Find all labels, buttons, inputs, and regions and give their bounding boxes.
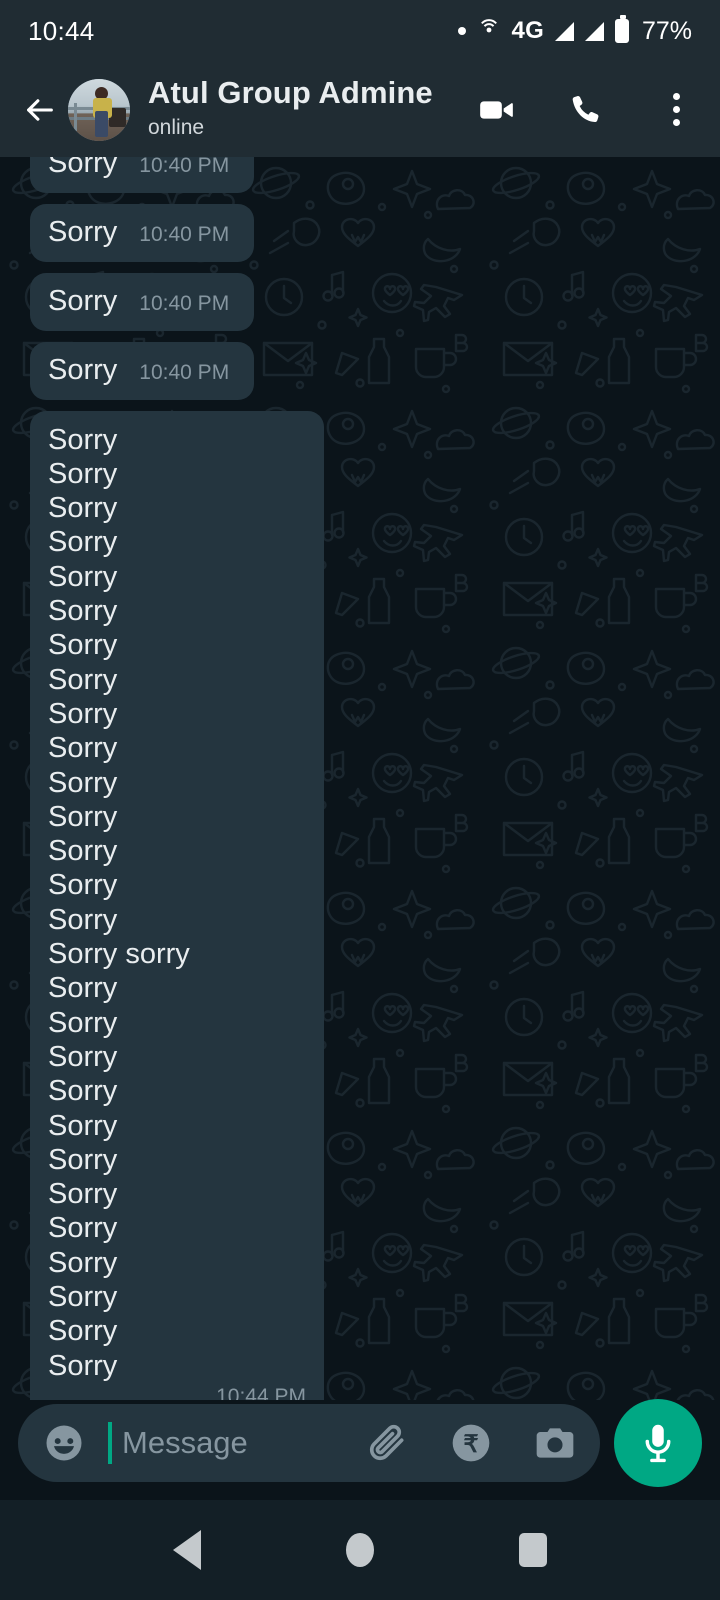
video-call-button[interactable]	[474, 88, 518, 132]
message-text-line: Sorry	[48, 903, 118, 936]
composer-actions: ₹	[364, 1420, 578, 1466]
message-text-line: Sorry	[48, 1075, 118, 1108]
back-button[interactable]	[14, 84, 66, 136]
microphone-button[interactable]	[614, 1398, 702, 1487]
android-navigation-bar	[0, 1500, 720, 1600]
message-text: Sorry	[48, 215, 118, 248]
emoji-smiley-icon[interactable]	[42, 1421, 86, 1465]
message-text-line: Sorry	[48, 595, 118, 628]
chat-app-bar: Atul Group Admine online	[0, 62, 720, 157]
status-bar: 10:44 4G 77%	[0, 0, 720, 62]
message-input-pill[interactable]: Message ₹	[18, 1403, 600, 1482]
overflow-dot	[672, 106, 680, 113]
message-text-line: Sorry	[48, 1143, 118, 1176]
page-title: Atul Group Admine	[148, 74, 433, 110]
message-text-line: Sorry	[48, 1006, 118, 1039]
paperclip-icon[interactable]	[364, 1420, 410, 1466]
message-text: Sorry	[48, 157, 118, 179]
avatar[interactable]	[68, 78, 130, 141]
message-timestamp: 10:40 PM	[139, 291, 230, 315]
message-text-line: Sorry	[48, 1212, 118, 1245]
signal-icon-1	[554, 21, 574, 41]
message-text-line: Sorry	[48, 560, 118, 593]
chat-message-list[interactable]: Sorry 10:40 PM Sorry 10:40 PM Sorry 10:40 PM S…	[0, 157, 720, 1400]
message-timestamp: 10:40 PM	[139, 222, 230, 246]
message-text-line: Sorry	[48, 1246, 118, 1279]
voice-call-button[interactable]	[564, 88, 608, 132]
text-cursor	[108, 1421, 112, 1464]
message-text-line: Sorry	[48, 835, 118, 868]
message-text-line: Sorry	[48, 1349, 118, 1382]
nav-home-button[interactable]	[330, 1520, 390, 1580]
battery-percent-label: 77%	[641, 16, 692, 45]
app-bar-actions	[474, 88, 698, 132]
message-bubble-incoming-long[interactable]: Sorry Sorry Sorry Sorry Sorry Sorry Sorry Sorry…	[30, 410, 324, 1400]
message-text-line: Sorry sorry	[48, 938, 190, 971]
battery-icon	[614, 15, 629, 43]
rupee-icon[interactable]: ₹	[448, 1420, 494, 1466]
message-input[interactable]: Message	[122, 1425, 356, 1461]
message-text-line: Sorry	[48, 869, 118, 902]
nav-back-button[interactable]	[157, 1520, 217, 1580]
message-bubble-incoming[interactable]: Sorry 10:40 PM	[30, 272, 254, 331]
nav-recents-button[interactable]	[503, 1520, 563, 1580]
overflow-dot	[672, 119, 680, 126]
message-text: Sorry	[48, 284, 118, 317]
message-bubble-incoming[interactable]: Sorry 10:40 PM	[30, 157, 254, 193]
message-text-line: Sorry	[48, 1040, 118, 1073]
message-text-line: Sorry	[48, 629, 118, 662]
message-text-line: Sorry	[48, 1280, 118, 1313]
message-text-line: Sorry	[48, 526, 118, 559]
message-text-line: Sorry	[48, 766, 118, 799]
message-text-line: Sorry	[48, 1109, 118, 1142]
message-timestamp: 10:40 PM	[139, 157, 230, 177]
message-bubble-incoming[interactable]: Sorry 10:40 PM	[30, 341, 254, 400]
hotspot-icon	[477, 17, 501, 46]
nav-recents-icon	[519, 1533, 548, 1567]
nav-back-icon	[172, 1530, 201, 1570]
message-timestamp: 10:40 PM	[139, 360, 230, 384]
more-options-button[interactable]	[654, 88, 698, 132]
message-text-line: Sorry	[48, 972, 118, 1005]
network-type-label: 4G	[511, 17, 544, 44]
message-text-line: Sorry	[48, 697, 118, 730]
overflow-dot	[672, 93, 680, 100]
message-text-line: Sorry	[48, 457, 118, 490]
dot-indicator-icon	[457, 27, 466, 35]
message-container: Sorry 10:40 PM Sorry 10:40 PM Sorry 10:40 PM S…	[0, 157, 720, 1400]
message-text-line: Sorry	[48, 663, 118, 696]
presence-status: online	[148, 115, 205, 139]
status-icons: 4G 77%	[457, 15, 692, 46]
svg-text:₹: ₹	[463, 1431, 478, 1458]
whatsapp-chat-screen: 10:44 4G 77% Atul Group Admine online So…	[0, 0, 720, 1600]
signal-icon-2	[584, 21, 604, 41]
message-text-line: Sorry	[48, 800, 118, 833]
status-clock: 10:44	[28, 15, 95, 46]
camera-icon[interactable]	[532, 1420, 578, 1466]
message-text-line: Sorry	[48, 423, 118, 456]
message-text-line: Sorry	[48, 1178, 118, 1211]
message-bubble-incoming[interactable]: Sorry 10:40 PM	[30, 203, 254, 262]
message-composer-row: Message ₹	[0, 1395, 720, 1490]
nav-home-icon	[345, 1533, 374, 1567]
message-text: Sorry	[48, 353, 118, 386]
chat-title-block[interactable]: Atul Group Admine online	[148, 74, 433, 144]
message-text-line: Sorry	[48, 492, 118, 525]
message-text-line: Sorry	[48, 1315, 118, 1348]
message-text-line: Sorry	[48, 732, 118, 765]
